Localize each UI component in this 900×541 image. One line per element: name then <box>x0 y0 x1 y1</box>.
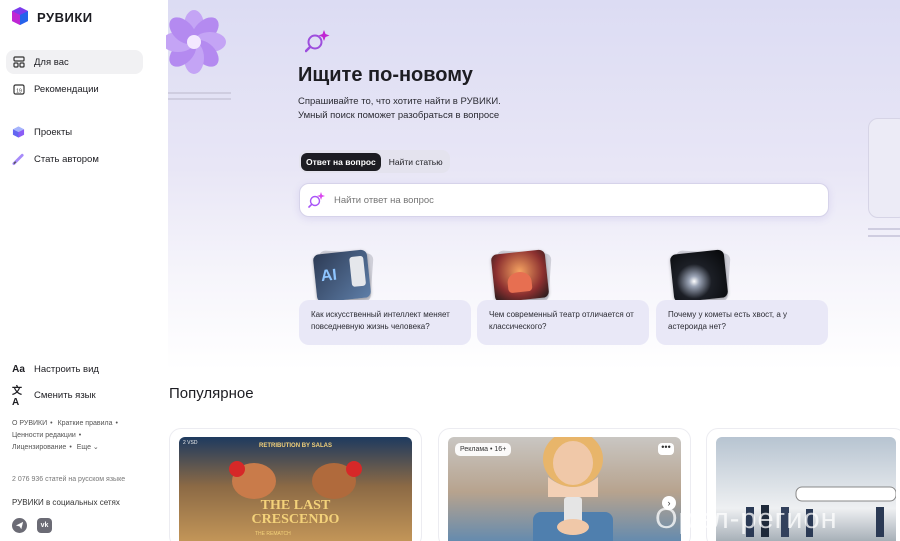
sidebar-item-for-you[interactable]: Для вас <box>6 50 143 74</box>
popular-card[interactable]: 2 VSD RETRIBUTION BY SALAS THE LAST CRES… <box>169 428 422 541</box>
question-card[interactable]: Чем современный театр отличается от клас… <box>477 300 649 345</box>
logo[interactable]: РУВИКИ <box>10 7 93 27</box>
pen-icon <box>12 153 25 166</box>
customize-view-button[interactable]: Aa Настроить вид <box>6 357 143 381</box>
search-sparkle-icon <box>308 192 325 208</box>
poster-title-line: THE LAST <box>260 498 331 513</box>
social-links: vk <box>12 518 52 533</box>
decor-line <box>868 235 900 237</box>
search-box <box>299 183 829 217</box>
tab-find-article[interactable]: Найти статью <box>384 153 448 171</box>
change-language-button[interactable]: 文A Сменить язык <box>6 383 143 408</box>
woman-with-phone-illustration-icon <box>533 437 613 541</box>
poster-title-line: CRESCENDO <box>251 512 340 527</box>
sidebar-item-label: Рекомендации <box>34 83 99 95</box>
link-more[interactable]: Еще <box>77 444 91 451</box>
footer-links: О РУВИКИ • Краткие правила • Ценности реда… <box>12 420 118 451</box>
poster-image: 2 VSD RETRIBUTION BY SALAS THE LAST CRES… <box>179 437 412 541</box>
figure-graphic <box>349 255 367 287</box>
decor-line <box>868 228 900 230</box>
customize-view-label: Настроить вид <box>34 363 99 375</box>
popular-title: Популярное <box>169 385 254 402</box>
boxers-illustration-icon <box>229 461 362 499</box>
vk-icon[interactable]: vk <box>37 518 52 533</box>
search-input[interactable] <box>334 194 804 206</box>
link-license[interactable]: Лицензирование <box>12 444 66 451</box>
poster-bottom-text: THE REMATCH <box>255 531 291 537</box>
ai-graphic: AI <box>320 266 338 286</box>
link-values[interactable]: Ценности редакции <box>12 432 76 439</box>
popular-card[interactable]: Реклама • 16+ ••• › <box>438 428 691 541</box>
brand-name: РУВИКИ <box>37 9 93 25</box>
more-options-icon[interactable]: ••• <box>658 443 674 455</box>
article-count: 2 076 936 статей на русском языке <box>12 476 126 483</box>
sidebar-item-projects[interactable]: Проекты <box>6 120 143 144</box>
watermark: Орел-регион <box>655 503 838 535</box>
translate-icon: 文A <box>12 386 22 408</box>
social-title: РУВИКИ в социальных сетях <box>12 498 120 507</box>
sidebar-item-recommendations[interactable]: 19 Рекомендации <box>6 77 143 101</box>
rubiki-logo-icon <box>12 7 28 25</box>
poster-top-text: RETRIBUTION BY SALAS <box>259 443 332 449</box>
hero-subtitle-line: Спрашивайте то, что хотите найти в РУВИК… <box>298 96 501 107</box>
sidebar: РУВИКИ Для вас 19 Рекомендации Проекты С… <box>0 0 160 541</box>
tab-answer[interactable]: Ответ на вопрос <box>301 152 381 171</box>
decor-line <box>168 98 231 100</box>
question-thumbnail[interactable] <box>669 249 729 303</box>
cube-icon <box>12 126 25 139</box>
svg-text:19: 19 <box>16 89 22 95</box>
search-sparkle-icon <box>305 30 330 53</box>
telegram-icon[interactable] <box>12 518 27 533</box>
flower-decoration-icon <box>166 10 226 74</box>
question-text: Почему у кометы есть хвост, а у астероид… <box>668 310 788 331</box>
link-rules[interactable]: Краткие правила <box>58 420 113 427</box>
grid-icon <box>12 56 25 69</box>
link-about[interactable]: О РУВИКИ <box>12 420 47 427</box>
sidebar-item-label: Для вас <box>34 56 69 68</box>
decor-line <box>168 92 231 94</box>
question-thumbnail[interactable] <box>490 249 550 303</box>
question-thumbnail[interactable]: AI <box>312 249 372 303</box>
ad-badge: Реклама • 16+ <box>455 443 512 456</box>
poster-title: THE LAST CRESCENDO <box>179 499 412 527</box>
stage-graphic <box>506 270 533 294</box>
calendar-icon: 19 <box>12 83 25 96</box>
chevron-down-icon: ⌄ <box>92 444 99 451</box>
question-card[interactable]: Как искусственный интеллект меняет повсе… <box>299 300 471 345</box>
font-size-icon: Aa <box>12 363 25 375</box>
change-language-label: Сменить язык <box>34 389 96 401</box>
question-text: Чем современный театр отличается от клас… <box>489 310 634 331</box>
decor-card <box>868 118 900 218</box>
hero-title: Ищите по-новому <box>298 64 473 86</box>
hero-subtitle-line: Умный поиск поможет разобраться в вопрос… <box>298 110 500 121</box>
question-card[interactable]: Почему у кометы есть хвост, а у астероид… <box>656 300 828 345</box>
search-mode-tabs: Ответ на вопрос Найти статью <box>299 150 450 173</box>
sidebar-item-become-author[interactable]: Стать автором <box>6 147 143 171</box>
hero-subtitle: Спрашивайте то, что хотите найти в РУВИК… <box>298 95 501 123</box>
sidebar-item-label: Стать автором <box>34 153 99 165</box>
sidebar-item-label: Проекты <box>34 126 73 138</box>
question-text: Как искусственный интеллект меняет повсе… <box>311 310 450 331</box>
